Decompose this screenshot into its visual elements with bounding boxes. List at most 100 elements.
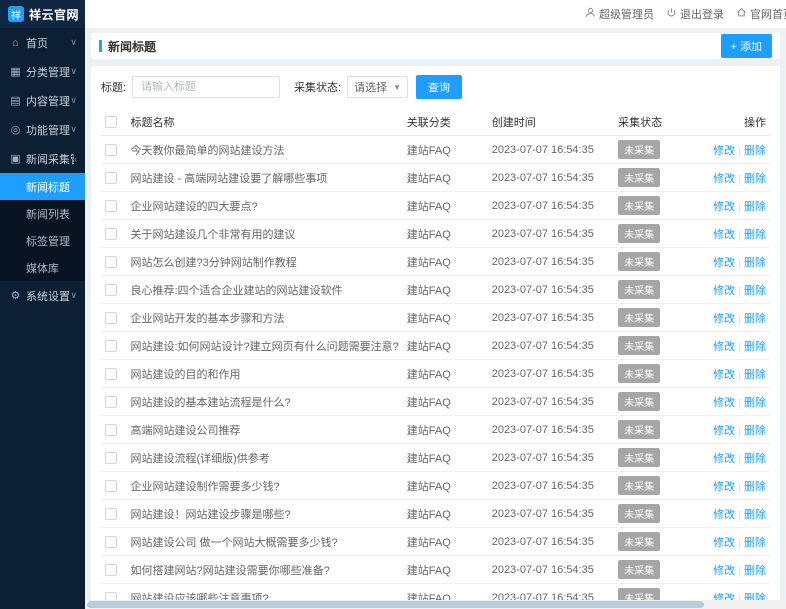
- row-checkbox[interactable]: [105, 368, 117, 380]
- edit-link[interactable]: 修改: [713, 369, 735, 381]
- edit-link[interactable]: 修改: [713, 509, 735, 521]
- sidebar-subitem-media-lib[interactable]: 媒体库: [0, 254, 85, 281]
- content-area: 新闻标题 + 添加 标题: 采集状态: 请选择 ▼ 查询 标题名称: [85, 28, 786, 609]
- logout-link[interactable]: 退出登录: [666, 6, 724, 22]
- row-title: 网站建设的目的和作用: [126, 360, 402, 388]
- row-checkbox[interactable]: [105, 144, 117, 156]
- delete-link[interactable]: 删除: [744, 229, 766, 241]
- edit-link[interactable]: 修改: [713, 425, 735, 437]
- title-filter-input[interactable]: [132, 76, 280, 98]
- collect-icon: ▣: [9, 152, 22, 165]
- edit-link[interactable]: 修改: [713, 229, 735, 241]
- row-checkbox[interactable]: [105, 200, 117, 212]
- sidebar-subitem-news-title[interactable]: 新闻标题: [0, 173, 85, 200]
- row-checkbox[interactable]: [105, 536, 117, 548]
- row-checkbox[interactable]: [105, 256, 117, 268]
- add-button[interactable]: + 添加: [721, 34, 772, 58]
- row-checkbox[interactable]: [105, 340, 117, 352]
- row-title: 网站建设 - 高端网站建设要了解哪些事项: [126, 164, 402, 192]
- chevron-icon: ∨: [70, 290, 77, 301]
- status-badge: 未采集: [618, 560, 660, 579]
- row-checkbox[interactable]: [105, 480, 117, 492]
- row-checkbox[interactable]: [105, 284, 117, 296]
- sidebar-subitem-news-list[interactable]: 新闻列表: [0, 200, 85, 227]
- admin-app: 祥 祥云官网 ⌂首页∨▦分类管理∨▤内容管理∨◎功能管理∨▣新闻采集管理‹新闻标…: [0, 0, 786, 609]
- delete-link[interactable]: 删除: [744, 285, 766, 297]
- site-home-link[interactable]: 官网首页: [736, 6, 786, 22]
- edit-link[interactable]: 修改: [713, 285, 735, 297]
- row-created: 2023-07-07 16:54:35: [488, 388, 614, 416]
- row-checkbox[interactable]: [105, 564, 117, 576]
- query-button[interactable]: 查询: [416, 75, 462, 99]
- edit-link[interactable]: 修改: [713, 537, 735, 549]
- delete-link[interactable]: 删除: [744, 565, 766, 577]
- row-checkbox[interactable]: [105, 312, 117, 324]
- row-category: 建站FAQ: [403, 500, 488, 528]
- status-filter-label: 采集状态:: [294, 79, 341, 95]
- delete-link[interactable]: 删除: [744, 173, 766, 185]
- row-created: 2023-07-07 16:54:35: [488, 444, 614, 472]
- delete-link[interactable]: 删除: [744, 537, 766, 549]
- ops-divider: |: [738, 341, 741, 353]
- delete-link[interactable]: 删除: [744, 201, 766, 213]
- col-ops-header: 操作: [699, 109, 770, 136]
- delete-link[interactable]: 删除: [744, 425, 766, 437]
- sidebar-item-home[interactable]: ⌂首页∨: [0, 28, 85, 57]
- row-title: 网站建设公司 做一个网站大概需要多少钱?: [126, 528, 402, 556]
- sidebar-item-label: 内容管理: [26, 93, 70, 109]
- edit-link[interactable]: 修改: [713, 313, 735, 325]
- sidebar-item-content[interactable]: ▤内容管理∨: [0, 86, 85, 115]
- edit-link[interactable]: 修改: [713, 173, 735, 185]
- table-row: 网站建设的基本建站流程是什么?建站FAQ2023-07-07 16:54:35未…: [101, 388, 770, 416]
- edit-link[interactable]: 修改: [713, 453, 735, 465]
- edit-link[interactable]: 修改: [713, 397, 735, 409]
- edit-link[interactable]: 修改: [713, 201, 735, 213]
- delete-link[interactable]: 删除: [744, 341, 766, 353]
- delete-link[interactable]: 删除: [744, 145, 766, 157]
- row-title: 如何搭建网站?网站建设需要你哪些准备?: [126, 556, 402, 584]
- horizontal-scrollbar[interactable]: [85, 600, 786, 609]
- edit-link[interactable]: 修改: [713, 481, 735, 493]
- sidebar-subitem-tag-manage[interactable]: 标签管理: [0, 227, 85, 254]
- user-name: 超级管理员: [599, 6, 654, 22]
- status-badge: 未采集: [618, 196, 660, 215]
- sidebar-item-category[interactable]: ▦分类管理∨: [0, 57, 85, 86]
- delete-link[interactable]: 删除: [744, 313, 766, 325]
- row-created: 2023-07-07 16:54:35: [488, 360, 614, 388]
- delete-link[interactable]: 删除: [744, 509, 766, 521]
- row-category: 建站FAQ: [403, 136, 488, 164]
- delete-link[interactable]: 删除: [744, 481, 766, 493]
- row-created: 2023-07-07 16:54:35: [488, 528, 614, 556]
- row-created: 2023-07-07 16:54:35: [488, 500, 614, 528]
- row-category: 建站FAQ: [403, 388, 488, 416]
- status-select[interactable]: 请选择 ▼: [347, 76, 408, 98]
- topbar-right: 超级管理员 退出登录 官网首页: [585, 0, 786, 28]
- row-checkbox[interactable]: [105, 228, 117, 240]
- edit-link[interactable]: 修改: [713, 565, 735, 577]
- edit-link[interactable]: 修改: [713, 341, 735, 353]
- chevron-icon: ∨: [70, 95, 77, 106]
- row-checkbox[interactable]: [105, 452, 117, 464]
- delete-link[interactable]: 删除: [744, 453, 766, 465]
- delete-link[interactable]: 删除: [744, 397, 766, 409]
- row-checkbox[interactable]: [105, 508, 117, 520]
- delete-link[interactable]: 删除: [744, 369, 766, 381]
- sidebar-item-function[interactable]: ◎功能管理∨: [0, 115, 85, 144]
- row-title: 高端网站建设公司推荐: [126, 416, 402, 444]
- delete-link[interactable]: 删除: [744, 257, 766, 269]
- row-checkbox[interactable]: [105, 172, 117, 184]
- horizontal-scrollbar-thumb[interactable]: [87, 601, 704, 608]
- table-row: 良心推荐:四个适合企业建站的网站建设软件建站FAQ2023-07-07 16:5…: [101, 276, 770, 304]
- user-menu[interactable]: 超级管理员: [585, 6, 654, 22]
- select-all-checkbox[interactable]: [105, 116, 117, 128]
- edit-link[interactable]: 修改: [713, 145, 735, 157]
- row-checkbox[interactable]: [105, 424, 117, 436]
- logo: 祥 祥云官网: [0, 0, 85, 28]
- sidebar-item-news-collect[interactable]: ▣新闻采集管理‹: [0, 144, 85, 173]
- chevron-icon: ‹: [74, 154, 77, 164]
- row-checkbox[interactable]: [105, 396, 117, 408]
- sidebar-item-system[interactable]: ⚙系统设置∨: [0, 281, 85, 310]
- sidebar-item-label: 功能管理: [26, 122, 70, 138]
- table-row: 关于网站建设几个非常有用的建议建站FAQ2023-07-07 16:54:35未…: [101, 220, 770, 248]
- edit-link[interactable]: 修改: [713, 257, 735, 269]
